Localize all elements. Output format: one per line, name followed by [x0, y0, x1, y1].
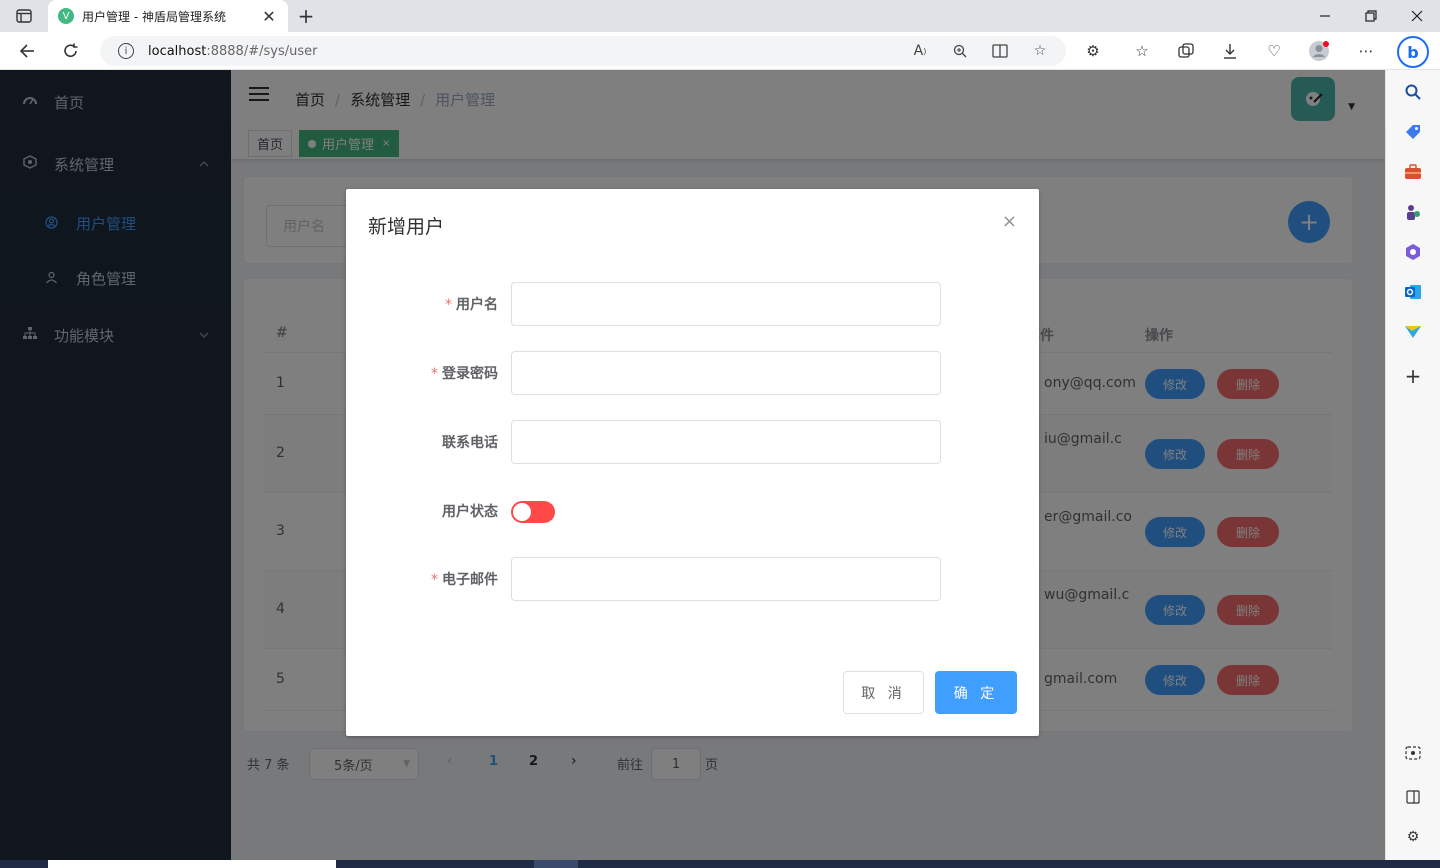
status-label: 用户状态: [346, 501, 498, 521]
browser-tab[interactable]: V 用户管理 - 神盾局管理系统 ✕: [48, 0, 288, 32]
zoom-icon[interactable]: [948, 40, 972, 62]
shopping-tag-icon[interactable]: [1402, 121, 1424, 143]
vue-favicon-icon: V: [58, 8, 74, 24]
favorites-icon[interactable]: ☆: [1129, 39, 1155, 63]
split-view-icon[interactable]: [1402, 786, 1424, 808]
url-host: localhost: [148, 43, 207, 59]
phone-label: 联系电话: [346, 432, 498, 452]
search-icon[interactable]: [1402, 81, 1424, 103]
dialog-title: 新增用户: [368, 216, 445, 238]
restore-icon[interactable]: [1356, 4, 1386, 28]
tools-icon[interactable]: [1402, 161, 1424, 183]
password-label: * 登录密码: [346, 363, 498, 383]
new-tab-button[interactable]: +: [294, 4, 318, 28]
games-icon[interactable]: [1402, 201, 1424, 223]
add-sidebar-app-icon[interactable]: +: [1402, 364, 1424, 388]
username-input[interactable]: [511, 282, 941, 326]
os-taskbar: [0, 860, 1440, 868]
phone-input[interactable]: [511, 420, 941, 464]
read-aloud-icon[interactable]: A): [908, 40, 932, 62]
add-user-dialog: 新增用户 × * 用户名 * 登录密码 联系电话 用户状态 * 电子邮件 取 消 确 …: [346, 189, 1039, 736]
status-toggle[interactable]: [511, 501, 555, 523]
minimize-icon[interactable]: [1310, 4, 1340, 28]
tab-title: 用户管理 - 神盾局管理系统: [82, 9, 226, 24]
field-label-text: 电子邮件: [442, 572, 498, 588]
back-icon[interactable]: [14, 39, 40, 63]
field-label-text: 联系电话: [442, 435, 498, 451]
cancel-button[interactable]: 取 消: [843, 671, 924, 714]
email-label: * 电子邮件: [346, 569, 498, 589]
performance-icon[interactable]: ♡: [1261, 39, 1287, 63]
taskbar-app[interactable]: [48, 860, 336, 868]
send-icon[interactable]: [1402, 321, 1424, 343]
bing-copilot-icon[interactable]: b: [1397, 36, 1429, 68]
email-input[interactable]: [511, 557, 941, 601]
field-label-text: 用户名: [456, 297, 498, 313]
required-mark: *: [431, 366, 438, 382]
tab-actions-icon[interactable]: [12, 6, 36, 26]
confirm-button[interactable]: 确 定: [935, 671, 1017, 714]
required-mark: *: [445, 297, 452, 313]
url-field[interactable]: i localhost:8888/#/sys/user A) ☆: [100, 36, 1066, 66]
collections-icon[interactable]: [1173, 39, 1199, 63]
required-mark: *: [431, 572, 438, 588]
office-icon[interactable]: [1402, 241, 1424, 263]
sidebar-settings-icon[interactable]: ⚙: [1402, 826, 1424, 848]
field-label-text: 登录密码: [442, 366, 498, 382]
password-input[interactable]: [511, 351, 941, 395]
username-label: * 用户名: [346, 294, 498, 314]
address-toolbar: i localhost:8888/#/sys/user A) ☆ ⚙ ☆ ♡ ⋯: [0, 32, 1440, 70]
refresh-icon[interactable]: [58, 39, 84, 63]
reading-view-icon[interactable]: [988, 40, 1012, 62]
browser-titlebar: V 用户管理 - 神盾局管理系统 ✕ +: [0, 0, 1440, 32]
screenshot-icon[interactable]: [1402, 742, 1424, 764]
outlook-icon[interactable]: [1402, 281, 1424, 303]
window-close-icon[interactable]: [1402, 4, 1432, 28]
url-path: :8888/#/sys/user: [206, 43, 318, 59]
tab-close-icon[interactable]: ✕: [260, 7, 278, 26]
extensions-icon[interactable]: ⚙: [1080, 39, 1106, 63]
favorite-star-icon[interactable]: ☆: [1028, 40, 1052, 62]
downloads-icon[interactable]: [1217, 39, 1243, 63]
field-label-text: 用户状态: [442, 504, 498, 520]
toggle-knob: [513, 503, 531, 521]
close-icon[interactable]: ×: [1002, 211, 1017, 232]
more-menu-icon[interactable]: ⋯: [1353, 39, 1379, 63]
site-info-icon[interactable]: i: [118, 43, 134, 59]
taskbar-app[interactable]: [534, 860, 578, 868]
profile-icon[interactable]: [1306, 39, 1332, 63]
